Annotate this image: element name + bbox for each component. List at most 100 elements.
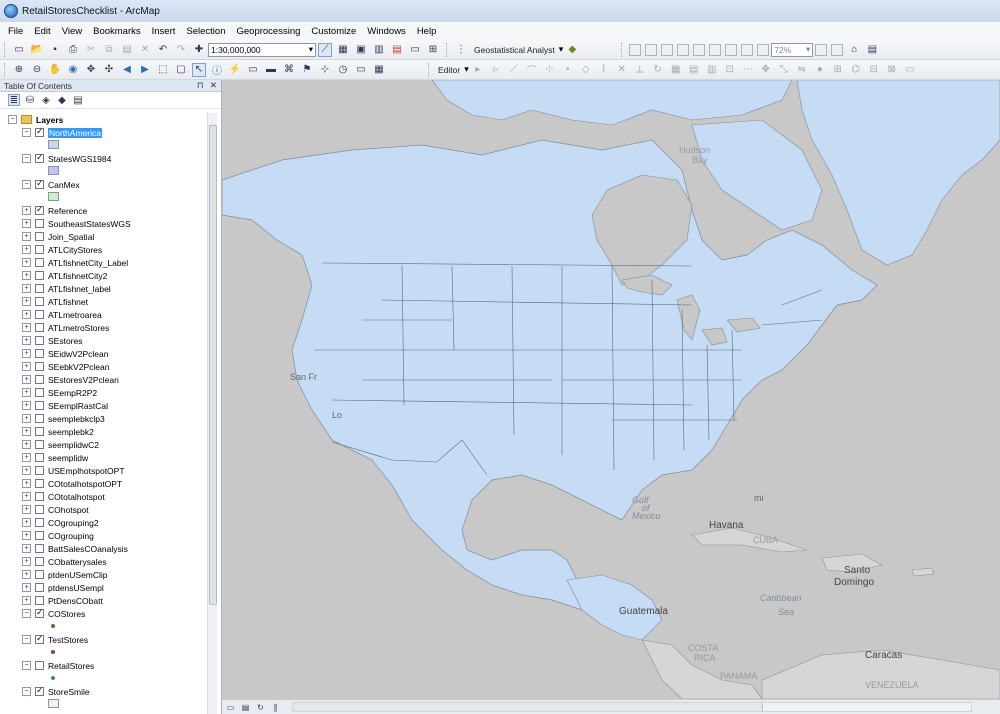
geostat-wizard-icon[interactable]: ◆ — [565, 43, 579, 57]
layout-zoom-in-icon[interactable] — [629, 43, 642, 56]
point-icon[interactable]: • — [561, 63, 575, 77]
fixed-zoom-in-icon[interactable] — [709, 43, 722, 56]
layer-visibility-checkbox[interactable] — [35, 661, 44, 670]
layer-visibility-checkbox[interactable] — [35, 414, 44, 423]
geostatistical-analyst-menu[interactable]: Geostatistical Analyst — [474, 45, 555, 55]
layer-name[interactable]: Reference — [48, 206, 87, 216]
layer-visibility-checkbox[interactable] — [35, 388, 44, 397]
layer-name[interactable]: ATLmetroStores — [48, 323, 109, 333]
layer-name[interactable]: COgrouping2 — [48, 518, 99, 528]
identify-icon[interactable]: ⓘ — [210, 63, 224, 77]
toc-scroll-thumb[interactable] — [209, 125, 217, 605]
layer-name[interactable]: TestStores — [48, 635, 88, 645]
layer-row[interactable]: + SEstores — [22, 334, 83, 347]
expand-icon[interactable]: + — [22, 583, 31, 592]
layer-row[interactable]: + ATLfishnetCity_Label — [22, 256, 128, 269]
previous-extent-icon[interactable] — [741, 43, 754, 56]
layer-visibility-checkbox[interactable] — [35, 596, 44, 605]
layer-row[interactable]: + USEmplhotspotOPT — [22, 464, 125, 477]
layer-row[interactable]: + SoutheastStatesWGS — [22, 217, 131, 230]
menu-selection[interactable]: Selection — [186, 26, 225, 37]
model-builder-icon[interactable]: ⊞ — [426, 43, 440, 57]
save-icon[interactable]: ▪ — [48, 43, 62, 57]
menu-insert[interactable]: Insert — [152, 26, 176, 37]
delete-icon[interactable]: ✕ — [138, 43, 152, 57]
layer-row[interactable]: + seemplebk2 — [22, 425, 94, 438]
layer-visibility-checkbox[interactable] — [35, 297, 44, 306]
time-slider-icon[interactable]: ◷ — [336, 63, 350, 77]
layout-icon[interactable]: ▭ — [903, 63, 917, 77]
go-to-xy-icon[interactable]: ⊹ — [318, 63, 332, 77]
zoom-whole-page-icon[interactable] — [677, 43, 690, 56]
map-view[interactable]: Havana CUBA Santo Domingo Gulf of Mexico… — [222, 80, 1000, 699]
expand-icon[interactable]: + — [22, 297, 31, 306]
layer-name[interactable]: SoutheastStatesWGS — [48, 219, 131, 229]
layer-row[interactable]: + ptdensUSempl — [22, 581, 104, 594]
mirror-icon[interactable]: ⇋ — [795, 63, 809, 77]
hyperlink-icon[interactable]: ⚡ — [228, 63, 242, 77]
layer-visibility-checkbox[interactable] — [35, 453, 44, 462]
layer-row[interactable]: + ATLfishnet — [22, 295, 88, 308]
expand-icon[interactable]: + — [22, 232, 31, 241]
fixed-zoom-in-arrows-icon[interactable]: ✥ — [84, 63, 98, 77]
layer-visibility-checkbox[interactable] — [35, 440, 44, 449]
layer-name[interactable]: RetailStores — [48, 661, 94, 671]
layer-visibility-checkbox[interactable] — [35, 232, 44, 241]
close-icon[interactable]: ✕ — [210, 80, 217, 90]
layer-row[interactable]: + ATLfishnetCity2 — [22, 269, 107, 282]
edit-annotation-icon[interactable]: ▹ — [489, 63, 503, 77]
layer-visibility-checkbox[interactable] — [35, 531, 44, 540]
end-point-arc-icon[interactable]: ⌒ — [525, 63, 539, 77]
layer-name[interactable]: USEmplhotspotOPT — [48, 466, 125, 476]
fixed-zoom-out-arrows-icon[interactable]: ✣ — [102, 63, 116, 77]
transform-icon[interactable]: ⊟ — [867, 63, 881, 77]
data-view-icon[interactable]: ▭ — [225, 702, 236, 713]
layer-name[interactable]: seemplidw — [48, 453, 88, 463]
layer-name[interactable]: SEstoresV2Pclean — [48, 375, 119, 385]
layer-row[interactable]: + seemplidwC2 — [22, 438, 99, 451]
expand-icon[interactable]: + — [22, 206, 31, 215]
arctoolbox-icon[interactable]: ▤ — [390, 43, 404, 57]
layout-view-icon[interactable]: ▤ — [240, 702, 251, 713]
layer-row[interactable]: + SEstoresV2Pclean — [22, 373, 119, 386]
layer-row[interactable]: + ATLmetroarea — [22, 308, 102, 321]
layer-name[interactable]: StoreSmile — [48, 687, 90, 697]
zoom-in-icon[interactable]: ⊕ — [12, 63, 26, 77]
split-icon[interactable]: ⟂ — [633, 63, 647, 77]
pin-icon[interactable]: ⊓ — [197, 80, 204, 90]
expand-icon[interactable]: + — [22, 362, 31, 371]
layer-name[interactable]: COtotalhotspot — [48, 492, 105, 502]
menu-edit[interactable]: Edit — [34, 26, 50, 37]
focus-data-frame-icon[interactable] — [831, 43, 844, 56]
layer-row[interactable]: + SEebkV2Pclean — [22, 360, 109, 373]
search-window-icon[interactable]: ▥ — [372, 43, 386, 57]
menu-bookmarks[interactable]: Bookmarks — [93, 26, 141, 37]
layer-point-symbol[interactable] — [51, 624, 55, 628]
collapse-icon[interactable]: − — [22, 154, 31, 163]
menu-geoprocessing[interactable]: Geoprocessing — [236, 26, 300, 37]
globe-icon[interactable]: ● — [813, 63, 827, 77]
sketch-properties-icon[interactable]: ▤ — [687, 63, 701, 77]
map-hscroll-thumb[interactable] — [293, 703, 763, 711]
expand-icon[interactable]: + — [22, 570, 31, 579]
find-route-icon[interactable]: ⚑ — [300, 63, 314, 77]
layer-visibility-checkbox[interactable] — [35, 518, 44, 527]
layout-pan-icon[interactable] — [661, 43, 674, 56]
create-viewer-icon[interactable]: ▭ — [354, 63, 368, 77]
layer-name[interactable]: seemplebk2 — [48, 427, 94, 437]
expand-icon[interactable]: + — [22, 453, 31, 462]
layer-visibility-checkbox[interactable] — [35, 607, 44, 618]
layer-name[interactable]: seemplebkclp3 — [48, 414, 105, 424]
layer-name[interactable]: COgrouping — [48, 531, 94, 541]
straight-segment-icon[interactable]: ⟋ — [507, 63, 521, 77]
cut-icon[interactable]: ✂ — [84, 43, 98, 57]
layer-visibility-checkbox[interactable] — [35, 284, 44, 293]
layer-row[interactable]: + COgrouping — [22, 529, 94, 542]
layer-name[interactable]: SEempR2P2 — [48, 388, 97, 398]
pause-drawing-icon[interactable]: ∥ — [270, 702, 281, 713]
collapse-icon[interactable]: − — [22, 180, 31, 189]
refresh-icon[interactable]: ↻ — [255, 702, 266, 713]
layer-row[interactable]: + BattSalesCOanalysis — [22, 542, 128, 555]
layer-row[interactable]: + COtotalhotspotOPT — [22, 477, 122, 490]
fixed-zoom-out-icon[interactable] — [725, 43, 738, 56]
